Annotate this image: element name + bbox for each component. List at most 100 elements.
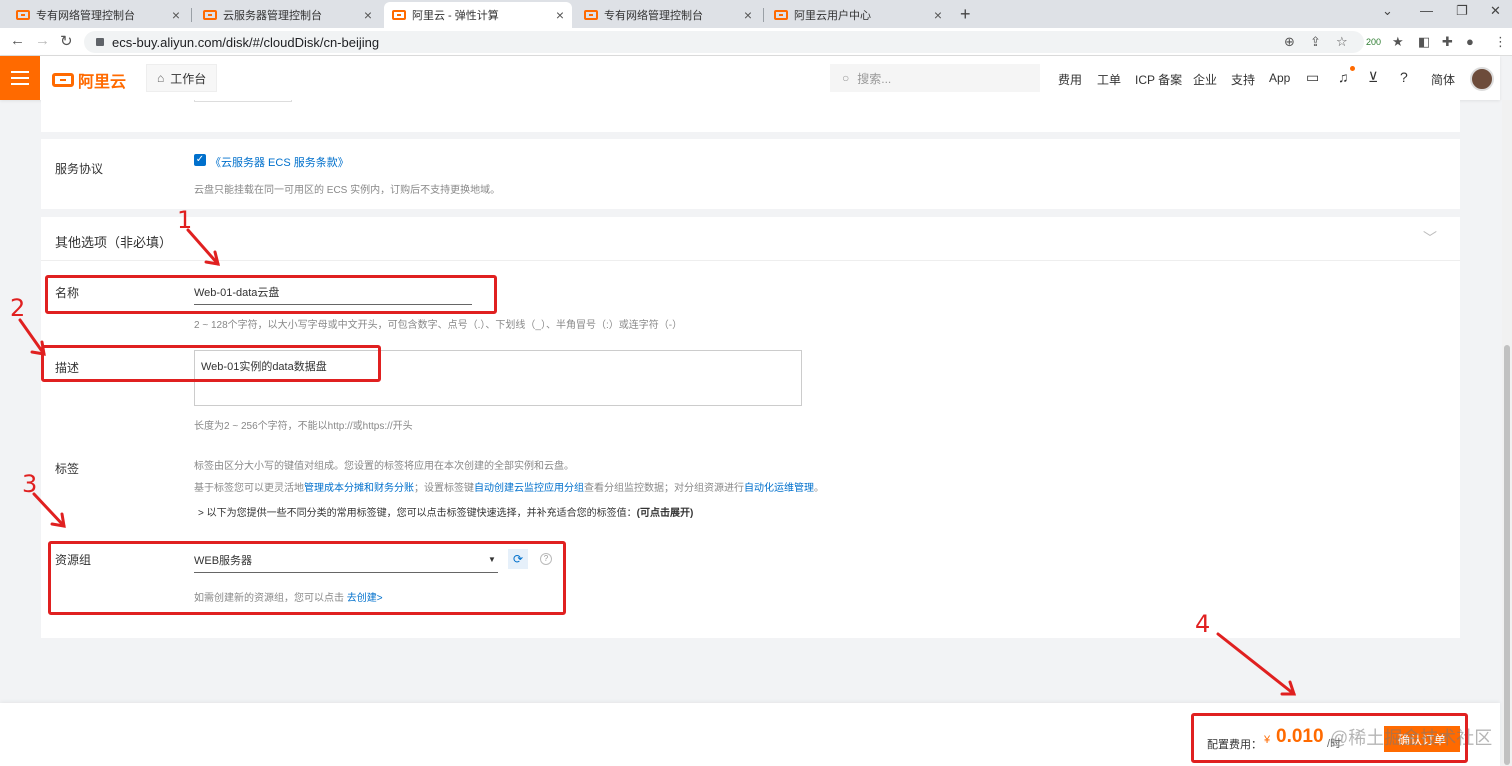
- tags-guidance-prefix: 基于标签您可以更灵活地: [194, 483, 304, 494]
- nav-icp[interactable]: ICP 备案: [1135, 71, 1182, 88]
- annotation-number-2: 2: [10, 294, 26, 322]
- cart-icon[interactable]: ⊻: [1368, 69, 1378, 86]
- search-icon: ○: [842, 71, 850, 85]
- previous-field-edge: [194, 100, 292, 102]
- nav-app[interactable]: App: [1269, 71, 1290, 85]
- aliyun-logo[interactable]: 阿里云: [52, 68, 126, 92]
- aliyun-favicon-icon: [16, 10, 30, 20]
- nav-enterprise[interactable]: 企业: [1193, 71, 1217, 88]
- bookmark-star-icon[interactable]: ☆: [1336, 34, 1348, 50]
- browser-tab-active[interactable]: 阿里云 - 弹性计算 ×: [384, 2, 572, 28]
- agreement-panel: [41, 139, 1460, 209]
- tab-separator: [763, 8, 764, 22]
- home-icon: ⌂: [157, 71, 165, 85]
- ecs-terms-link[interactable]: 《云服务器 ECS 服务条款》: [210, 154, 349, 170]
- url-field[interactable]: ecs-buy.aliyun.com/disk/#/cloudDisk/cn-b…: [84, 31, 1364, 53]
- browser-tab-2[interactable]: 云服务器管理控制台 ×: [195, 2, 380, 28]
- tags-description: 标签由区分大小写的键值对组成。您设置的标签将应用在本次创建的全部实例和云盘。: [194, 461, 574, 472]
- bell-icon[interactable]: ♫: [1338, 69, 1349, 85]
- name-help: 2 ~ 128个字符，以大小写字母或中文开头，可包含数字、点号（.）、下划线（_…: [194, 320, 683, 331]
- annotation-number-4: 4: [1195, 610, 1211, 638]
- cloud-monitor-group-link[interactable]: 自动创建云监控应用分组: [474, 483, 584, 494]
- agreement-checkbox[interactable]: ✓: [194, 154, 206, 166]
- annotation-box-1: [45, 275, 497, 314]
- forward-icon[interactable]: →: [35, 32, 50, 49]
- tab-title: 阿里云 - 弹性计算: [412, 10, 499, 22]
- notification-dot: [1350, 66, 1355, 71]
- tags-guidance-mid2: 查看分组监控数据；对分组资源进行: [584, 483, 744, 494]
- tab-search-chevron-icon[interactable]: ⌄: [1382, 3, 1393, 19]
- url-text: ecs-buy.aliyun.com/disk/#/cloudDisk/cn-b…: [112, 34, 380, 50]
- help-icon[interactable]: ?: [1400, 69, 1408, 85]
- tab-close-icon[interactable]: ×: [744, 7, 752, 23]
- scrollbar-thumb[interactable]: [1504, 345, 1510, 765]
- aliyun-favicon-icon: [584, 10, 598, 20]
- other-options-title: 其他选项（非必填）: [55, 235, 173, 250]
- browser-tab-strip: 专有网络管理控制台 × 云服务器管理控制台 × 阿里云 - 弹性计算 × 专有网…: [0, 0, 1512, 28]
- expand-text: 以下为您提供一些不同分类的常用标签键，您可以点击标签键快速选择，并补充适合您的标…: [206, 508, 637, 519]
- language-switch[interactable]: 简体: [1431, 71, 1455, 88]
- workbench-button[interactable]: ⌂ 工作台: [146, 64, 218, 92]
- window-close-icon[interactable]: ✕: [1490, 3, 1501, 19]
- tab-title: 云服务器管理控制台: [223, 10, 322, 22]
- nav-support[interactable]: 支持: [1231, 71, 1255, 88]
- aliyun-logo-icon: [52, 73, 74, 87]
- agreement-label: 服务协议: [55, 162, 104, 176]
- lock-icon: [96, 38, 104, 46]
- tab-separator: [191, 8, 192, 22]
- nav-fees[interactable]: 费用: [1058, 71, 1082, 88]
- extension-leaf-icon[interactable]: ◧: [1418, 34, 1430, 50]
- aliyun-favicon-icon: [392, 10, 406, 20]
- tab-close-icon[interactable]: ×: [556, 7, 564, 23]
- nav-tickets[interactable]: 工单: [1097, 71, 1121, 88]
- tags-guidance-mid: ；设置标签键: [414, 483, 474, 494]
- logo-text: 阿里云: [78, 74, 127, 91]
- automation-ops-link[interactable]: 自动化运维管理: [744, 483, 814, 494]
- annotation-number-3: 3: [22, 470, 38, 498]
- browser-menu-icon[interactable]: ⋮: [1494, 34, 1507, 50]
- annotation-number-1: 1: [177, 206, 193, 234]
- tab-close-icon[interactable]: ×: [934, 7, 942, 23]
- annotation-box-4: [1191, 713, 1468, 763]
- common-tags-expander[interactable]: > 以下为您提供一些不同分类的常用标签键，您可以点击标签键快速选择，并补充适合您…: [198, 504, 693, 519]
- tab-title: 专有网络管理控制台: [604, 10, 703, 22]
- console-topbar: 阿里云 ⌂ 工作台 ○ 搜索... 费用 工单 ICP 备案 企业 支持 App…: [0, 56, 1500, 100]
- extensions-puzzle-icon[interactable]: ✚: [1442, 34, 1453, 50]
- tab-title: 专有网络管理控制台: [36, 10, 135, 22]
- minimize-icon[interactable]: —: [1420, 3, 1433, 18]
- menu-hamburger-icon[interactable]: [0, 56, 40, 100]
- extension-badge-icon[interactable]: 200: [1366, 37, 1381, 47]
- browser-tab-4[interactable]: 专有网络管理控制台 ×: [576, 2, 760, 28]
- tags-guidance: 基于标签您可以更灵活地管理成本分摊和财务分账；设置标签键自动创建云监控应用分组查…: [194, 479, 824, 494]
- profile-icon[interactable]: ●: [1466, 34, 1474, 49]
- cost-allocation-link[interactable]: 管理成本分摊和财务分账: [304, 483, 414, 494]
- browser-tab-5[interactable]: 阿里云用户中心 ×: [766, 2, 950, 28]
- browser-address-bar: ← → ↻ ecs-buy.aliyun.com/disk/#/cloudDis…: [0, 28, 1512, 56]
- arrow-4-icon: [1216, 632, 1296, 696]
- reload-icon[interactable]: ↻: [60, 32, 73, 50]
- expand-hint: (可点击展开): [636, 508, 694, 519]
- zoom-icon[interactable]: ⊕: [1284, 34, 1295, 50]
- restore-icon[interactable]: ❐: [1456, 3, 1468, 19]
- tab-close-icon[interactable]: ×: [172, 7, 180, 23]
- browser-tab-1[interactable]: 专有网络管理控制台 ×: [8, 2, 188, 28]
- tab-close-icon[interactable]: ×: [364, 7, 372, 23]
- description-help: 长度为2 ~ 256个字符，不能以http://或https://开头: [194, 421, 413, 432]
- tags-guidance-end: 。: [814, 483, 824, 494]
- tab-title: 阿里云用户中心: [794, 10, 871, 22]
- search-input[interactable]: ○ 搜索...: [830, 64, 1040, 92]
- share-icon[interactable]: ⇪: [1310, 34, 1321, 50]
- aliyun-favicon-icon: [203, 10, 217, 20]
- previous-section-panel: [41, 100, 1460, 132]
- new-tab-icon[interactable]: +: [960, 4, 971, 25]
- tags-label: 标签: [55, 462, 80, 476]
- back-icon[interactable]: ←: [10, 32, 25, 49]
- expand-chevron-icon: >: [198, 508, 207, 519]
- terminal-icon[interactable]: ▭: [1306, 69, 1319, 86]
- arrow-4-head-icon: [1280, 680, 1297, 696]
- avatar[interactable]: [1470, 67, 1494, 91]
- page-scrollbar[interactable]: [1502, 100, 1512, 766]
- extension-star-icon[interactable]: ★: [1392, 34, 1404, 50]
- chevron-down-icon[interactable]: ﹀: [1423, 228, 1437, 248]
- search-placeholder: 搜索...: [857, 71, 892, 86]
